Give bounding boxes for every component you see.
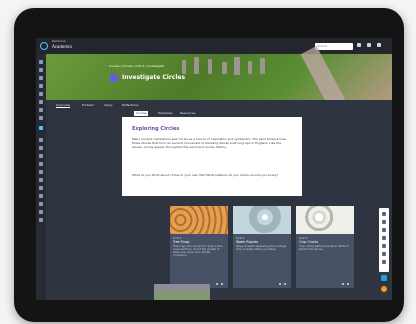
nav-icon-2[interactable] xyxy=(39,68,43,72)
tool-icon-2[interactable] xyxy=(382,220,386,224)
tool-icon-5[interactable] xyxy=(382,244,386,248)
main-tabs: Overview Problem Apply Reflections xyxy=(46,100,392,110)
help-icon[interactable] xyxy=(357,43,361,47)
section-heading: Exploring Circles xyxy=(132,126,180,132)
tile-tree-rings[interactable]: Unit 1 Tree Rings Tree rings, the concen… xyxy=(170,206,228,288)
page-title: Investigate Circles xyxy=(122,74,186,81)
nav-icon-12[interactable] xyxy=(39,162,43,166)
tile-dot xyxy=(221,283,223,285)
breadcrumb[interactable]: Course / Circles / Unit 5 / Investigate xyxy=(109,64,164,68)
tile-name: Water Ripples xyxy=(236,240,259,244)
nav-icon-16[interactable] xyxy=(39,194,43,198)
tile-dot xyxy=(279,283,281,285)
tile-dot xyxy=(216,283,218,285)
tool-icon-6[interactable] xyxy=(382,252,386,256)
nav-icon-1[interactable] xyxy=(39,60,43,64)
stone xyxy=(194,57,199,74)
tool-icon-7[interactable] xyxy=(382,260,386,264)
top-bar: Delicious Academia Search... xyxy=(36,38,392,54)
tile-name: Crop Circles xyxy=(299,240,319,244)
nav-icon-8[interactable] xyxy=(39,116,43,120)
tile-water-ripples[interactable]: Unit 2 Water Ripples Rings of water spre… xyxy=(233,206,291,288)
gear-icon[interactable] xyxy=(367,43,371,47)
logo-icon xyxy=(40,42,48,50)
content-card: Exploring Circles Many ancient civilizat… xyxy=(122,117,302,196)
nav-icon-15[interactable] xyxy=(39,186,43,190)
nav-icon-7[interactable] xyxy=(39,108,43,112)
tile-image xyxy=(170,206,228,234)
subtab-resources[interactable]: Resources xyxy=(178,111,197,116)
nav-icon-3[interactable] xyxy=(39,76,43,80)
tab-problem[interactable]: Problem xyxy=(82,103,94,107)
nav-icon-19[interactable] xyxy=(39,218,43,222)
stone xyxy=(248,61,252,74)
tile-dot xyxy=(347,283,349,285)
subtab-course[interactable]: Course xyxy=(134,111,149,116)
paragraph-2: What do you think about circles in your … xyxy=(132,173,279,177)
right-toolbar xyxy=(379,208,389,272)
sub-tabs: Course Examples Resources xyxy=(46,110,392,117)
nav-icon-17[interactable] xyxy=(39,202,43,206)
nav-icon-9[interactable] xyxy=(39,138,43,142)
tile-preview xyxy=(154,284,210,300)
nav-icon-active[interactable] xyxy=(39,126,43,130)
chat-button[interactable] xyxy=(381,275,387,281)
tool-icon-4[interactable] xyxy=(382,236,386,240)
brand-title: Academia xyxy=(52,44,72,49)
brand-name: Delicious Academia xyxy=(52,39,72,49)
tile-description: Tree rings, the concentric rings in tree… xyxy=(173,245,223,257)
tab-apply[interactable]: Apply xyxy=(104,103,112,107)
app-screen: Delicious Academia Search... Course / Ci… xyxy=(36,38,392,300)
nav-icon-18[interactable] xyxy=(39,210,43,214)
user-icon[interactable] xyxy=(377,43,381,47)
nav-icon-10[interactable] xyxy=(39,146,43,150)
left-rail xyxy=(36,54,46,300)
search-input[interactable]: Search... xyxy=(315,43,353,50)
course-banner xyxy=(46,45,392,117)
subtab-examples[interactable]: Examples xyxy=(156,111,175,116)
nav-icon-6[interactable] xyxy=(39,100,43,104)
paragraph-1: Many ancient civilizations saw circles a… xyxy=(132,137,287,149)
tab-overview[interactable]: Overview xyxy=(56,103,71,108)
tile-description: Crop circles patterns made in fields of … xyxy=(299,245,349,251)
tool-icon-3[interactable] xyxy=(382,228,386,232)
tile-description: Rings of water spreading from a single d… xyxy=(236,245,287,251)
tab-reflections[interactable]: Reflections xyxy=(122,103,139,107)
course-icon xyxy=(110,74,118,82)
nav-icon-14[interactable] xyxy=(39,178,43,182)
stone xyxy=(260,58,265,74)
help-button[interactable] xyxy=(381,286,387,292)
tile-dot xyxy=(284,283,286,285)
activity-grid: Unit 1 Tree Rings Tree rings, the concen… xyxy=(46,196,392,300)
tool-icon-1[interactable] xyxy=(382,212,386,216)
nav-icon-5[interactable] xyxy=(39,92,43,96)
nav-icon-13[interactable] xyxy=(39,170,43,174)
stone xyxy=(234,57,240,75)
stone xyxy=(182,60,186,74)
tile-image xyxy=(296,206,354,234)
nav-icon-4[interactable] xyxy=(39,84,43,88)
stone xyxy=(222,62,227,74)
tile-image xyxy=(233,206,291,234)
stone xyxy=(208,59,212,74)
tile-crop-circles[interactable]: Unit 3 Crop Circles Crop circles pattern… xyxy=(296,206,354,288)
tile-dot xyxy=(342,283,344,285)
tile-name: Tree Rings xyxy=(173,240,190,244)
nav-icon-11[interactable] xyxy=(39,154,43,158)
